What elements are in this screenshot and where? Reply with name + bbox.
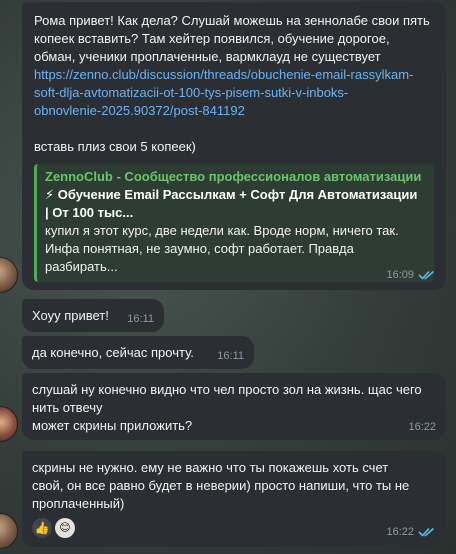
message-meta: 16:11 xyxy=(217,347,244,365)
message-text: Рома привет! Как дела? Слушай можешь на … xyxy=(34,13,430,28)
message-text: обман, ученики проплаченные, вармклауд н… xyxy=(34,49,381,64)
preview-title: | От 100 тыс... xyxy=(45,205,134,220)
message-text: Хоуу привет! xyxy=(32,308,109,323)
message-text: проплаченный) xyxy=(32,496,125,511)
message-text: да конечно, сейчас прочту. xyxy=(32,345,194,360)
preview-site-name: ZennoClub - Сообщество профессионалов ав… xyxy=(45,169,422,184)
message-bubble-1[interactable]: Рома привет! Как дела? Слушай можешь на … xyxy=(22,2,446,290)
preview-title: ⚡ Обучение Email Рассылкам + Софт Для Ав… xyxy=(45,187,418,202)
preview-description: купил я этот курс, две недели как. Вроде… xyxy=(45,223,399,238)
thumbs-up-reaction[interactable]: 👍 xyxy=(32,518,52,538)
message-meta: 16:22 xyxy=(408,418,436,436)
message-time: 16:22 xyxy=(408,421,436,433)
link-text[interactable]: soft-dlja-avtomatizacii-ot-100-tys-pisem… xyxy=(34,84,434,102)
double-check-icon xyxy=(418,527,435,537)
message-text: копеек вставить? Там хейтер появился, об… xyxy=(34,31,390,46)
message-text: скрины не нужно. ему не важно что ты пок… xyxy=(32,460,389,475)
face-reaction[interactable]: 😊 xyxy=(55,518,75,538)
message-text: может скрины приложить? xyxy=(32,418,193,433)
preview-description: Инфа понятная, не заумно, софт работает.… xyxy=(45,241,354,274)
message-time: 16:22 xyxy=(386,526,414,538)
message-bubble-2[interactable]: Хоуу привет! 16:11 xyxy=(22,299,164,332)
message-text: нить отвечу xyxy=(32,400,103,415)
reactions[interactable]: 👍 😊 xyxy=(32,518,75,538)
message-text: слушай ну конечно видно что чел просто з… xyxy=(32,382,422,397)
message-meta: 16:22 xyxy=(386,523,436,541)
message-link[interactable]: https://zenno.club/discussion/threads/ob… xyxy=(34,66,434,120)
avatar[interactable] xyxy=(0,513,18,549)
avatar[interactable] xyxy=(0,257,18,293)
message-time: 16:09 xyxy=(386,269,414,281)
message-bubble-3[interactable]: да конечно, сейчас прочту. 16:11 xyxy=(22,336,254,369)
message-time: 16:11 xyxy=(127,313,154,325)
double-check-icon xyxy=(418,270,435,280)
avatar[interactable] xyxy=(0,406,18,442)
message-text: вставь плиз свои 5 копеек) xyxy=(34,139,196,154)
message-meta: 16:09 xyxy=(386,266,436,284)
message-bubble-5[interactable]: скрины не нужно. ему не важно что ты пок… xyxy=(22,451,446,547)
link-text[interactable]: https://zenno.club/discussion/threads/ob… xyxy=(34,66,434,84)
link-text[interactable]: obnovlenie-2025.90372/post-841192 xyxy=(34,102,434,120)
link-preview[interactable]: ZennoClub - Сообщество профессионалов ав… xyxy=(34,164,434,282)
message-bubble-4[interactable]: слушай ну конечно видно что чел просто з… xyxy=(22,373,446,440)
message-meta: 16:11 xyxy=(127,310,154,328)
message-time: 16:11 xyxy=(217,350,244,362)
message-text: свой, он все равно будет в неверии) прос… xyxy=(32,478,410,493)
